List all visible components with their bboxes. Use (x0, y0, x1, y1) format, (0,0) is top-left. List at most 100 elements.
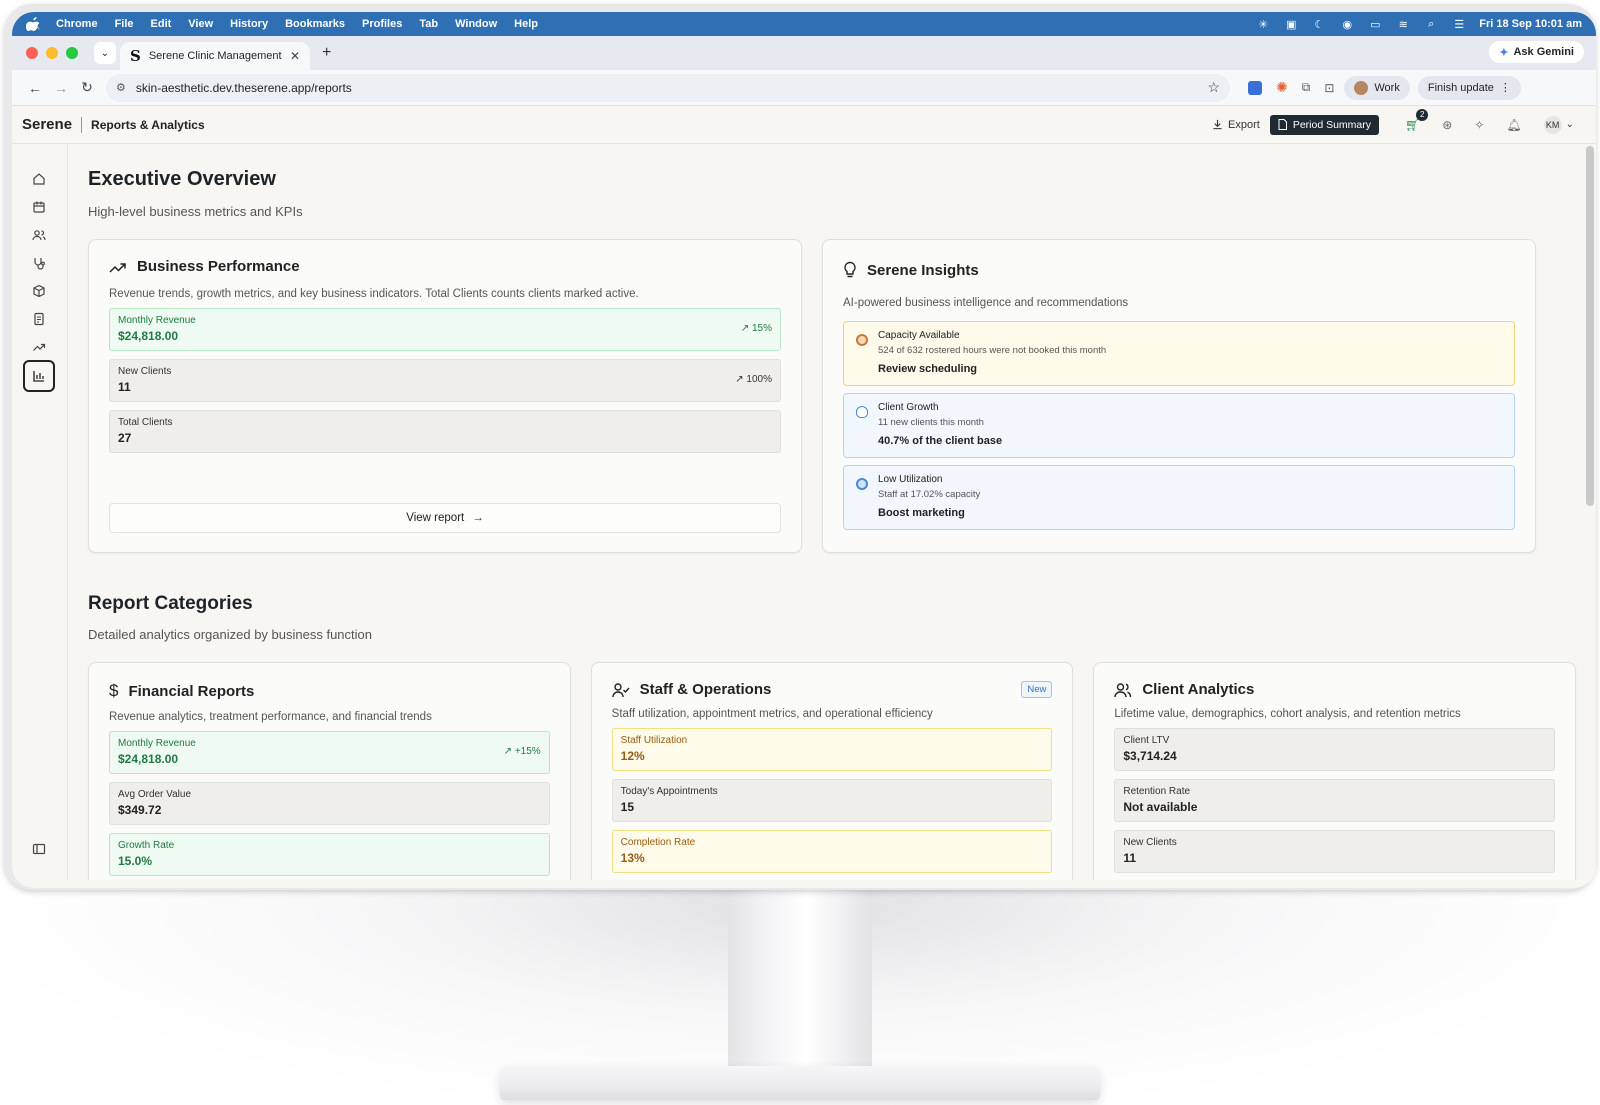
user-menu[interactable]: KM ⌄ (1543, 115, 1574, 134)
reload-icon[interactable]: ↻ (74, 79, 100, 96)
insight-low-utilization[interactable]: Low Utilization Staff at 17.02% capacity… (843, 465, 1515, 530)
metric-label: Monthly Revenue (118, 738, 196, 749)
sidebar-item-trends[interactable] (26, 334, 52, 360)
help-lifebuoy-icon[interactable]: ⊛ (1442, 118, 1452, 132)
forward-arrow-icon[interactable]: → (48, 80, 74, 96)
url-text[interactable]: skin-aesthetic.dev.theserene.app/reports (136, 81, 352, 95)
menubar-datetime[interactable]: Fri 18 Sep 10:01 am (1479, 18, 1582, 30)
menu-app-name[interactable]: Chrome (56, 18, 98, 30)
extension-claude-icon[interactable]: ✺ (1276, 79, 1288, 96)
browser-tab-active[interactable]: S Serene Clinic Management ✕ (120, 42, 310, 70)
apple-logo-icon[interactable] (26, 17, 40, 31)
insight-detail: 524 of 632 rostered hours were not booke… (878, 345, 1107, 356)
control-center-icon[interactable]: ☰ (1451, 18, 1467, 31)
maximize-window-button[interactable] (66, 47, 78, 59)
sparkle-status-icon[interactable]: ✳ (1255, 18, 1271, 31)
ask-gemini-button[interactable]: ✦ Ask Gemini (1489, 41, 1584, 63)
menu-history[interactable]: History (230, 18, 268, 30)
metric-value: 27 (118, 431, 132, 445)
business-performance-header: Business Performance (109, 258, 781, 275)
metric-value: 11 (118, 380, 131, 394)
extensions-area: ✺ ⧉ ⊡ (1248, 79, 1334, 96)
sidebar-item-treatments[interactable] (26, 250, 52, 276)
search-icon[interactable]: ⌕ (1423, 18, 1439, 30)
lightbulb-icon (856, 406, 868, 418)
insight-detail: Staff at 17.02% capacity (878, 489, 981, 500)
business-performance-description: Revenue trends, growth metrics, and key … (109, 288, 639, 300)
extension-blue-icon[interactable] (1248, 80, 1262, 95)
metric-label: Client LTV (1123, 735, 1170, 746)
brand-logo[interactable]: Serene (22, 116, 72, 133)
metric-value: $3,714.24 (1123, 749, 1177, 763)
scrollbar-thumb[interactable] (1586, 146, 1594, 506)
view-report-button[interactable]: View report → (109, 503, 781, 533)
cart-icon[interactable]: 🛒︎ 2 (1405, 108, 1429, 132)
play-circle-icon[interactable]: ◉ (1339, 18, 1355, 31)
tab-search-chevron-icon[interactable]: ⌄ (94, 42, 116, 64)
client-analytics-description: Lifetime value, demographics, cohort ana… (1114, 708, 1461, 720)
trend-up-icon: ↗ (503, 746, 515, 757)
sidebar-item-home[interactable] (26, 166, 52, 192)
mac-menubar: Chrome File Edit View History Bookmarks … (12, 12, 1596, 36)
sidebar-item-clients[interactable] (26, 222, 52, 248)
export-button[interactable]: Export (1212, 119, 1260, 131)
tab-close-icon[interactable]: ✕ (290, 49, 300, 63)
screen-record-icon[interactable]: ▣ (1283, 18, 1299, 31)
finish-update-button[interactable]: Finish update ⋮ (1417, 75, 1521, 100)
back-arrow-icon[interactable]: ← (22, 80, 48, 96)
period-summary-button[interactable]: Period Summary (1269, 114, 1380, 135)
page-title: Executive Overview (88, 168, 276, 190)
cart-count-badge: 2 (1416, 108, 1429, 121)
address-bar[interactable]: ⚙ skin-aesthetic.dev.theserene.app/repor… (106, 73, 1230, 102)
menu-window[interactable]: Window (455, 18, 497, 30)
lightbulb-icon (844, 261, 856, 278)
staff-operations-title: Staff & Operations (639, 681, 772, 698)
sidebar-item-inventory[interactable] (26, 278, 52, 304)
moon-icon[interactable]: ☾ (1311, 18, 1327, 31)
minimize-window-button[interactable] (46, 47, 58, 59)
sidebar-collapse-toggle[interactable] (26, 836, 52, 862)
menu-profiles[interactable]: Profiles (362, 18, 402, 30)
extensions-puzzle-icon[interactable]: ⧉ (1302, 80, 1311, 95)
close-window-button[interactable] (26, 47, 38, 59)
app-body: Executive Overview High-level business m… (12, 144, 1596, 880)
finish-update-label: Finish update (1427, 81, 1494, 94)
menu-view[interactable]: View (188, 18, 213, 30)
insight-client-growth[interactable]: Client Growth 11 new clients this month … (843, 393, 1515, 458)
profile-button[interactable]: Work (1344, 75, 1410, 100)
bookmark-star-icon[interactable]: ☆ (1207, 79, 1220, 96)
battery-icon[interactable]: ▭ (1367, 18, 1383, 31)
calendar-icon (33, 201, 45, 213)
bell-icon[interactable]: 🔔︎ (1506, 118, 1521, 132)
sidebar-item-calendar[interactable] (26, 194, 52, 220)
sidebar-item-billing[interactable] (26, 306, 52, 332)
metric-trend-value: 15% (751, 323, 772, 334)
view-report-label: View report (406, 512, 465, 524)
breadcrumb: Reports & Analytics (91, 117, 205, 132)
report-categories-subtitle: Detailed analytics organized by business… (88, 627, 373, 642)
new-tab-plus-icon[interactable]: + (322, 44, 331, 62)
site-settings-icon[interactable]: ⚙ (116, 81, 126, 94)
sidebar-item-reports[interactable] (23, 360, 55, 392)
screen: Chrome File Edit View History Bookmarks … (12, 12, 1596, 888)
serene-insights-card: Serene Insights AI-powered business inte… (822, 239, 1536, 553)
financial-reports-card[interactable]: $ Financial Reports Revenue analytics, t… (88, 662, 571, 880)
overview-row: Business Performance Revenue trends, gro… (88, 239, 1576, 553)
staff-operations-card[interactable]: Staff & Operations New Staff utilization… (590, 662, 1074, 880)
menu-file[interactable]: File (115, 18, 134, 30)
metric-label: Growth Rate (118, 840, 175, 851)
metric-label: Today's Appointments (620, 786, 718, 797)
monitor-stand-neck (728, 888, 872, 1088)
insight-title: Low Utilization (878, 474, 943, 485)
insight-capacity-available[interactable]: Capacity Available 524 of 632 rostered h… (843, 321, 1515, 386)
menu-bookmarks[interactable]: Bookmarks (285, 18, 345, 30)
sparkles-icon[interactable]: ✧ (1474, 118, 1484, 132)
menu-tab[interactable]: Tab (419, 18, 438, 30)
wifi-icon[interactable]: ≋ (1395, 18, 1411, 31)
main-content: Executive Overview High-level business m… (68, 144, 1596, 880)
menu-help[interactable]: Help (514, 18, 538, 30)
screenshot-lens-icon[interactable]: ⊡ (1324, 81, 1334, 95)
metric-trend-value: +15% (514, 746, 541, 757)
menu-edit[interactable]: Edit (151, 18, 172, 30)
client-analytics-card[interactable]: Client Analytics Lifetime value, demogra… (1093, 662, 1577, 880)
